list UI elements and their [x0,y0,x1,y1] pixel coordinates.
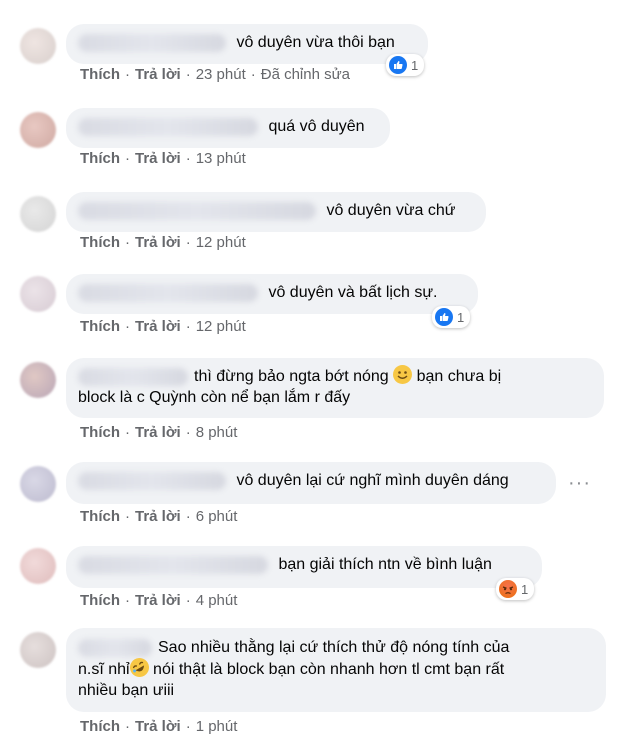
more-options-icon[interactable]: ··· [568,473,591,493]
comment-text: nói thật là block bạn còn nhanh hơn tl c… [153,661,505,678]
timestamp[interactable]: 12 phút [196,318,246,335]
timestamp[interactable]: 1 phút [196,718,238,735]
comment-actions: Thích · Trả lời · 1 phút [80,718,238,735]
reaction-badge[interactable]: 1 [386,54,425,76]
commenter-name-blurred[interactable] [78,117,258,136]
edited-label[interactable]: Đã chỉnh sửa [261,66,350,83]
reaction-count: 1 [411,57,419,73]
comment-text: Sao nhiều thằng lại cứ thích thử độ nóng… [158,639,510,656]
avatar[interactable] [20,362,56,398]
reply-link[interactable]: Trả lời [135,318,181,335]
comment-text: bạn giải thích ntn về bình luận [278,556,492,573]
avatar[interactable] [20,548,56,584]
reply-link[interactable]: Trả lời [135,424,181,441]
avatar[interactable] [20,28,56,64]
comment-actions: Thích · Trả lời · 23 phút · Đã chỉnh sửa [80,66,350,83]
comment-text: vô duyên vừa chứ [326,202,456,219]
like-link[interactable]: Thích [80,718,120,735]
reaction-badge[interactable]: 1 [432,306,471,328]
comment-bubble: thì đừng bảo ngta bớt nóng bạn chưa bị b… [66,358,604,418]
commenter-name-blurred[interactable] [78,638,152,657]
comment-bubble: vô duyên vừa thôi bạn [66,24,428,64]
like-link[interactable]: Thích [80,66,120,83]
reply-link[interactable]: Trả lời [135,508,181,525]
timestamp[interactable]: 23 phút [196,66,246,83]
like-link[interactable]: Thích [80,508,120,525]
comment-bubble: Sao nhiều thằng lại cứ thích thử độ nóng… [66,628,606,712]
like-icon [435,308,453,326]
timestamp[interactable]: 6 phút [196,508,238,525]
reply-link[interactable]: Trả lời [135,150,181,167]
reply-link[interactable]: Trả lời [135,718,181,735]
commenter-name-blurred[interactable] [78,201,316,220]
commenter-name-blurred[interactable] [78,367,188,386]
commenter-name-blurred[interactable] [78,283,258,302]
comment-actions: Thích · Trả lời · 6 phút [80,508,238,525]
reply-link[interactable]: Trả lời [135,592,181,609]
like-link[interactable]: Thích [80,592,120,609]
comment-bubble: bạn giải thích ntn về bình luận [66,546,542,588]
reply-link[interactable]: Trả lời [135,234,181,251]
comment-bubble: vô duyên lại cứ nghĩ mình duyên dáng [66,462,556,504]
comment-actions: Thích · Trả lời · 4 phút [80,592,238,609]
timestamp[interactable]: 13 phút [196,150,246,167]
avatar[interactable] [20,466,56,502]
avatar[interactable] [20,112,56,148]
comment-text: vô duyên vừa thôi bạn [236,34,395,51]
commenter-name-blurred[interactable] [78,555,268,574]
comment-actions: Thích · Trả lời · 12 phút [80,318,246,335]
comment-text: vô duyên và bất lịch sự. [268,284,438,301]
avatar[interactable] [20,632,56,668]
reaction-count: 1 [457,309,465,325]
comment-text: block là c Quỳnh còn nể bạn lắm r đấy [78,389,351,406]
like-link[interactable]: Thích [80,318,120,335]
timestamp[interactable]: 12 phút [196,234,246,251]
timestamp[interactable]: 8 phút [196,424,238,441]
reply-link[interactable]: Trả lời [135,66,181,83]
comment-text: bạn chưa bị [416,368,502,385]
like-icon [389,56,407,74]
commenter-name-blurred[interactable] [78,33,226,52]
reaction-count: 1 [521,581,529,597]
comment-text: nhiều bạn ưiii [78,682,175,699]
angry-icon [499,580,517,598]
comment-text: thì đừng bảo ngta bớt nóng [194,368,389,385]
comment-text: vô duyên lại cứ nghĩ mình duyên dáng [236,472,509,489]
like-link[interactable]: Thích [80,150,120,167]
avatar[interactable] [20,276,56,312]
commenter-name-blurred[interactable] [78,471,226,490]
comment-actions: Thích · Trả lời · 13 phút [80,150,246,167]
avatar[interactable] [20,196,56,232]
comment-text: quá vô duyên [268,118,365,135]
comment-actions: Thích · Trả lời · 8 phút [80,424,238,441]
like-link[interactable]: Thích [80,234,120,251]
comment-text: n.sĩ nhỉ [78,661,130,678]
smile-emoji-icon [393,365,413,384]
rofl-emoji-icon [126,654,153,681]
comment-bubble: quá vô duyên [66,108,390,148]
like-link[interactable]: Thích [80,424,120,441]
reaction-badge[interactable]: 1 [496,578,535,600]
comment-bubble: vô duyên vừa chứ [66,192,486,232]
comment-bubble: vô duyên và bất lịch sự. [66,274,478,314]
timestamp[interactable]: 4 phút [196,592,238,609]
comment-actions: Thích · Trả lời · 12 phút [80,234,246,251]
